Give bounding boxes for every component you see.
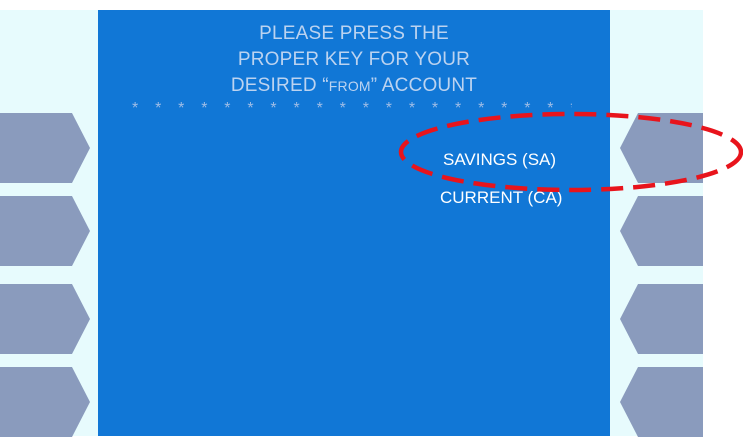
- prompt-line-1: PLEASE PRESS THE: [259, 23, 449, 44]
- right-function-key-2[interactable]: [620, 196, 710, 266]
- prompt-line-2: PROPER KEY FOR YOUR: [237, 49, 471, 70]
- left-function-key-3[interactable]: [0, 284, 90, 354]
- current-option[interactable]: CURRENT (CA): [440, 188, 562, 208]
- prompt-line-3: DESIRED “FROM” ACCOUNT: [230, 75, 478, 96]
- atm-screen: PLEASE PRESS THE PROPER KEY FOR YOUR DES…: [98, 10, 610, 436]
- left-function-key-4[interactable]: [0, 367, 90, 437]
- separator-stars: * * * * * * * * * * * * * * * * * * * * …: [132, 100, 572, 117]
- right-function-key-1[interactable]: [620, 113, 710, 183]
- left-function-key-1[interactable]: [0, 113, 90, 183]
- left-function-key-2[interactable]: [0, 196, 90, 266]
- right-function-key-4[interactable]: [620, 367, 710, 437]
- right-function-key-3[interactable]: [620, 284, 710, 354]
- savings-option[interactable]: SAVINGS (SA): [443, 150, 556, 170]
